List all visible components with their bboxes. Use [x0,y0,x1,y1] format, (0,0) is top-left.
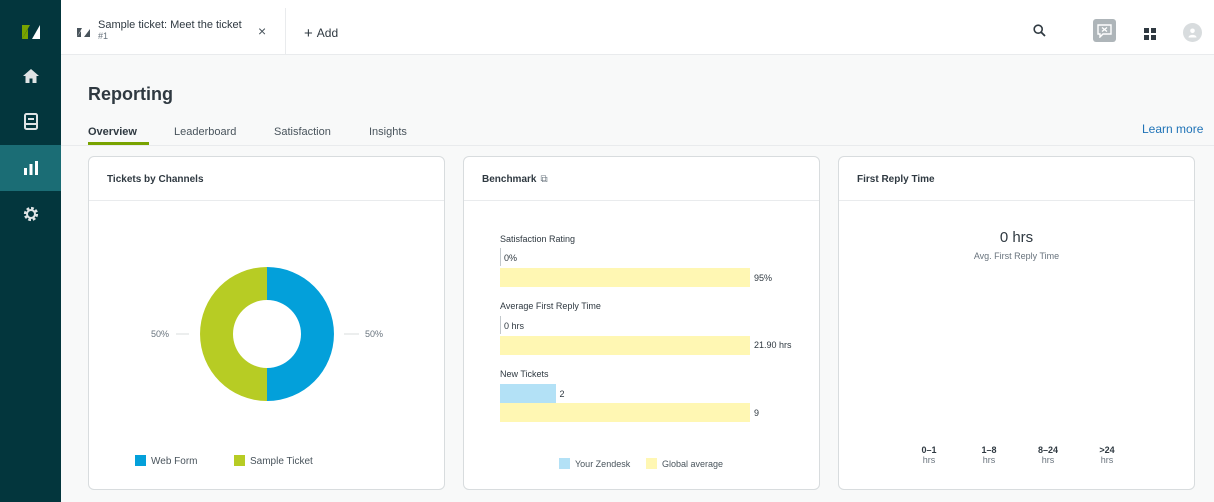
bar-global-average [500,403,750,422]
legend-web-form[interactable]: Web Form [135,455,198,467]
legend-label: Your Zendesk [575,459,631,469]
ticket-tab-title: Sample ticket: Meet the ticket [98,19,242,31]
tab-insights[interactable]: Insights [369,126,407,138]
bm-yours-value: 0 hrs [504,321,525,331]
bucket-range: 8–24 [1037,445,1059,455]
tab-satisfaction[interactable]: Satisfaction [274,126,331,138]
home-icon[interactable] [0,53,61,99]
card-title-text: Benchmark [482,174,537,185]
add-tab-label: Add [316,26,339,40]
bucket-8-24: 8–24 hrs [1033,445,1063,465]
first-reply-time-card: First Reply Time 0 hrs Avg. First Reply … [838,156,1195,490]
avatar-icon[interactable] [1183,23,1202,42]
legend-swatch [135,455,146,466]
apps-grid-icon[interactable] [1144,27,1156,45]
top-bar: Sample ticket: Meet the ticket #1 × + Add [61,0,1214,55]
benchmark-card: Benchmark ⧉ Satisfaction Rating 0% 95% Av… [463,156,820,490]
card-title[interactable]: Benchmark ⧉ [482,174,548,185]
external-link-icon: ⧉ [540,174,548,185]
ticket-tab[interactable]: Sample ticket: Meet the ticket #1 × [61,8,286,55]
bm-global-value: 95% [754,273,773,283]
learn-more-link[interactable]: Learn more [1142,122,1203,136]
bm-axis [500,248,501,266]
bucket-0-1: 0–1 hrs [914,445,944,465]
legend-global-average[interactable]: Global average [646,458,723,469]
bucket-1-8: 1–8 hrs [974,445,1004,465]
bm-row-label: Average First Reply Time [500,301,601,311]
bm-axis [500,316,501,334]
bucket-unit: hrs [982,455,996,465]
legend-label: Web Form [151,456,198,467]
pct-label-left: 50% [151,329,170,339]
tab-leaderboard[interactable]: Leaderboard [174,126,236,138]
legend-swatch [559,458,570,469]
bucket-unit: hrs [1041,455,1055,465]
bm-yours-value: 2 [559,389,565,399]
legend-your-zendesk[interactable]: Your Zendesk [559,458,630,469]
first-reply-value: 0 hrs [999,229,1034,246]
sidebar [0,0,61,502]
gear-icon[interactable] [0,191,61,237]
ticket-icon [76,25,91,43]
close-icon[interactable]: × [258,23,266,39]
bucket-unit: hrs [1100,455,1114,465]
views-icon[interactable] [0,99,61,145]
tickets-by-channels-card: Tickets by Channels 50% 50% Web Form Sam… [88,156,445,490]
ticket-tab-number: #1 [98,31,109,41]
donut-slice-sample-ticket[interactable] [200,267,267,401]
bm-global-value: 9 [754,408,760,418]
bucket-gt-24: >24 hrs [1092,445,1122,465]
bucket-range: 1–8 [981,445,997,455]
bucket-unit: hrs [922,455,936,465]
card-header: First Reply Time [839,157,1194,201]
add-tab-button[interactable]: + Add [304,24,339,42]
chat-icon[interactable] [1093,19,1116,42]
bm-yours-value: 0% [504,253,518,263]
search-icon[interactable] [1033,24,1046,42]
bar-global-average [500,268,750,287]
legend-label: Sample Ticket [250,456,313,467]
bm-row-label: Satisfaction Rating [500,234,576,244]
plus-icon: + [304,25,313,42]
tabs-divider [61,145,1214,146]
first-reply-caption: Avg. First Reply Time [973,251,1060,261]
channels-donut-chart [176,267,359,401]
card-title: First Reply Time [857,174,935,185]
tab-overview[interactable]: Overview [88,126,137,138]
donut-slice-web-form[interactable] [267,267,334,401]
legend-sample-ticket[interactable]: Sample Ticket [234,455,313,467]
legend-swatch [234,455,245,466]
bar-your-zendesk [500,384,556,403]
reporting-icon[interactable] [0,145,61,191]
active-tab-indicator [88,142,149,145]
pct-label-right: 50% [365,329,384,339]
bm-row-label: New Tickets [500,369,549,379]
bm-global-value: 21.90 hrs [754,340,792,350]
legend-swatch [646,458,657,469]
bar-global-average [500,336,750,355]
card-header: Benchmark ⧉ [464,157,819,201]
bucket-range: >24 [1099,445,1115,455]
bucket-range: 0–1 [921,445,937,455]
legend-label: Global average [662,459,724,469]
page-title: Reporting [88,84,173,104]
